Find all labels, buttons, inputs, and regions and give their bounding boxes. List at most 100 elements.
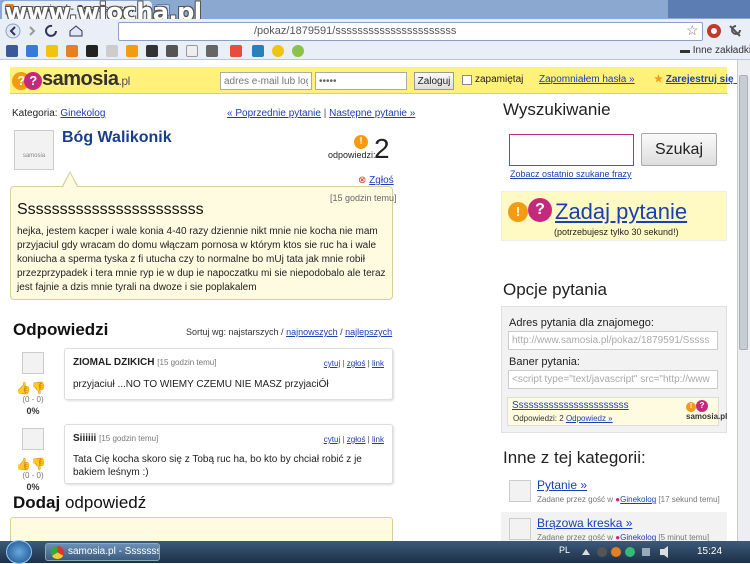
- report-icon: ⊗: [358, 175, 367, 186]
- answer-card: Siiiiii [15 godzin temu] cytuj | zgłoś |…: [64, 424, 393, 484]
- bookmark-icon[interactable]: [252, 45, 264, 57]
- related-avatar[interactable]: [509, 518, 531, 540]
- vote-score: (0 - 0): [22, 395, 44, 404]
- banner-code-field[interactable]: <script type="text/javascript" src="http…: [508, 370, 718, 389]
- bookmark-icon[interactable]: [230, 45, 242, 57]
- answer-author[interactable]: Siiiiii [15 godzin temu]: [73, 433, 158, 444]
- toolbar-extension-icons[interactable]: [706, 23, 746, 39]
- site-logo[interactable]: ?? samosia.pl: [12, 68, 130, 91]
- related-question-link[interactable]: Pytanie »: [537, 478, 587, 492]
- quote-link[interactable]: cytuj: [324, 435, 340, 444]
- bookmark-icon[interactable]: [206, 45, 218, 57]
- related-question-link[interactable]: Brązowa kreska »: [537, 516, 632, 530]
- related-category-link[interactable]: Ginekolog: [620, 495, 656, 504]
- bookmark-icon[interactable]: [106, 45, 118, 57]
- forward-icon: [29, 26, 36, 36]
- banner-answer-link[interactable]: Odpowiedz »: [566, 414, 613, 423]
- answer-avatar[interactable]: [22, 352, 44, 374]
- start-button[interactable]: [6, 540, 32, 564]
- vote-score: (0 - 0): [22, 471, 44, 480]
- bookmark-icon[interactable]: [186, 45, 198, 57]
- bookmark-nk-icon[interactable]: [26, 45, 38, 57]
- forgot-password-link[interactable]: Zapomniałem hasła »: [539, 74, 635, 85]
- window-controls[interactable]: [668, 0, 750, 18]
- quote-link[interactable]: cytuj: [324, 359, 340, 368]
- ask-question-icon: ?: [528, 198, 552, 222]
- star-icon: ★: [654, 74, 663, 85]
- password-field[interactable]: [315, 72, 407, 90]
- author-avatar[interactable]: samosia: [14, 130, 54, 170]
- banner-title-link[interactable]: Sssssssssssssssssssssss: [512, 400, 629, 411]
- sort-newest-link[interactable]: najnowszych: [286, 327, 338, 337]
- thumbs-up-icon[interactable]: 👍: [16, 457, 31, 471]
- answer-actions: cytuj | zgłoś | link: [323, 435, 384, 444]
- system-clock: 15:24: [697, 546, 723, 557]
- back-icon: [5, 23, 21, 39]
- answer-avatar[interactable]: [22, 428, 44, 450]
- question-author[interactable]: Bóg Walikonik: [62, 129, 172, 147]
- report-question[interactable]: ⊗ Zgłoś: [358, 175, 394, 186]
- ask-question-icon: !: [508, 202, 528, 222]
- search-input[interactable]: [509, 134, 634, 166]
- bookmark-facebook-icon[interactable]: [6, 45, 18, 57]
- banner-logo-icon: !: [686, 402, 696, 412]
- language-indicator[interactable]: PL: [559, 545, 570, 555]
- logo-question-icon: ?: [24, 72, 42, 90]
- thumbs-down-icon[interactable]: 👎: [31, 381, 46, 395]
- bookmark-icon[interactable]: [292, 45, 304, 57]
- bookmark-icon[interactable]: [272, 45, 284, 57]
- bookmark-star-icon[interactable]: ☆: [686, 22, 699, 39]
- remember-checkbox[interactable]: [462, 75, 472, 85]
- related-question: Pytanie » Zadane przez gość w ●Ginekolog…: [501, 474, 727, 510]
- answers-heading: Odpowiedzi: [13, 320, 109, 339]
- sort-options: Sortuj wg: najstarszych / najnowszych / …: [186, 327, 393, 337]
- bookmark-icon[interactable]: [46, 45, 58, 57]
- register-area[interactable]: ★ Zarejestruj się »: [654, 74, 742, 85]
- bookmark-icon[interactable]: [146, 45, 158, 57]
- chrome-icon: [51, 546, 64, 559]
- report-answer-link[interactable]: zgłoś: [347, 435, 366, 444]
- bookmark-icon[interactable]: [126, 45, 138, 57]
- vote-buttons: 👍👎: [16, 457, 50, 471]
- bookmark-icon[interactable]: [66, 45, 78, 57]
- answer-card: ZIOMAL DZIKICH [15 godzin temu] cytuj | …: [64, 348, 393, 400]
- remember-label: zapamiętaj: [475, 74, 524, 85]
- search-button[interactable]: Szukaj: [641, 133, 717, 166]
- banner-label: Baner pytania:: [509, 356, 580, 368]
- prev-question-link[interactable]: « Poprzednie pytanie: [227, 108, 321, 119]
- address-bar[interactable]: /pokaz/1879591/ssssssssssssssssssssss: [118, 22, 703, 41]
- scrollbar-thumb[interactable]: [739, 75, 748, 350]
- speech-arrow-fill: [63, 173, 77, 187]
- options-heading: Opcje pytania: [503, 280, 607, 299]
- answer-permalink[interactable]: link: [372, 359, 384, 368]
- bookmark-icon[interactable]: [166, 45, 178, 57]
- address-field[interactable]: http://www.samosia.pl/pokaz/1879591/Ssss…: [508, 331, 718, 350]
- vote-percent: 0%: [26, 406, 40, 416]
- sort-best-link[interactable]: najlepszych: [345, 327, 392, 337]
- answer-text: przyjaciuł ...NO TO WIEMY CZEMU NIE MASZ…: [73, 379, 329, 390]
- banner-answers: Odpowiedzi: 2 Odpowiedz »: [513, 414, 613, 423]
- answers-icon: !: [354, 135, 368, 149]
- answer-permalink[interactable]: link: [372, 435, 384, 444]
- report-answer-link[interactable]: zgłoś: [347, 359, 366, 368]
- login-button[interactable]: Zaloguj: [414, 72, 454, 90]
- next-question-link[interactable]: Następne pytanie »: [329, 108, 415, 119]
- register-link[interactable]: Zarejestruj się »: [666, 74, 742, 85]
- system-tray-icons[interactable]: [580, 545, 680, 559]
- other-bookmarks-folder[interactable]: ▬ Inne zakładki: [680, 45, 750, 56]
- report-link[interactable]: Zgłoś: [369, 175, 393, 186]
- related-avatar[interactable]: [509, 480, 531, 502]
- related-meta: Zadane przez gość w ●Ginekolog [17 sekun…: [537, 495, 720, 504]
- ask-question-link[interactable]: Zadaj pytanie: [555, 199, 687, 225]
- category-link[interactable]: Ginekolog: [60, 108, 105, 119]
- thumbs-down-icon[interactable]: 👎: [31, 457, 46, 471]
- thumbs-up-icon[interactable]: 👍: [16, 381, 31, 395]
- ask-question-subtitle: (potrzebujesz tylko 30 sekund!): [554, 227, 679, 237]
- answer-author[interactable]: ZIOMAL DZIKICH [15 godzin temu]: [73, 357, 216, 368]
- bookmark-icon[interactable]: [86, 45, 98, 57]
- recent-searches-link[interactable]: Zobacz ostatnio szukane frazy: [510, 169, 632, 179]
- email-field[interactable]: [220, 72, 312, 90]
- vote-percent: 0%: [26, 482, 40, 492]
- navigation-buttons[interactable]: [4, 22, 114, 40]
- answer-text: Tata Cię kocha skoro się z Tobą ruc ha, …: [73, 454, 362, 478]
